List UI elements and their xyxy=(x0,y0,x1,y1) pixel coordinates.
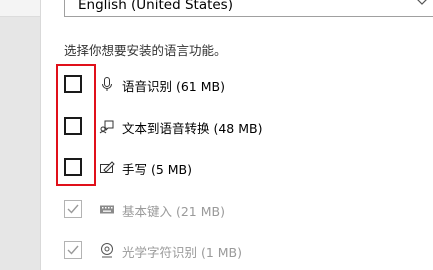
feature-label: 手写 (5 MB) xyxy=(122,162,193,177)
keyboard-icon xyxy=(100,205,114,214)
feature-label: 文本到语音转换 (48 MB) xyxy=(122,121,263,136)
basic-typing-checkbox xyxy=(64,200,82,218)
language-features-panel: English (United States) 选择你想要安装的语言功能。 语音… xyxy=(40,0,433,270)
feature-label: 光学字符识别 (1 MB) xyxy=(122,245,243,260)
background-window xyxy=(0,0,40,270)
ocr-checkbox xyxy=(64,241,82,259)
chevron-down-icon xyxy=(417,0,427,5)
speech-bubble-icon xyxy=(99,120,114,134)
feature-label: 基本键入 (21 MB) xyxy=(122,204,225,219)
text-to-speech-checkbox[interactable] xyxy=(64,117,82,135)
instruction-text: 选择你想要安装的语言功能。 xyxy=(64,43,227,58)
feature-speech-recognition[interactable]: 语音识别 (61 MB) xyxy=(64,74,424,96)
feature-basic-typing: 基本键入 (21 MB) xyxy=(64,199,424,221)
ocr-eye-icon xyxy=(101,243,113,258)
speech-recognition-checkbox[interactable] xyxy=(64,75,82,93)
handwriting-checkbox[interactable] xyxy=(64,158,82,176)
background-list-row xyxy=(0,0,40,17)
feature-ocr: 光学字符识别 (1 MB) xyxy=(64,240,424,262)
feature-handwriting[interactable]: 手写 (5 MB) xyxy=(64,157,424,179)
language-select[interactable]: English (United States) xyxy=(64,0,433,17)
language-select-value: English (United States) xyxy=(78,0,233,13)
feature-label: 语音识别 (61 MB) xyxy=(122,79,225,94)
pen-tablet-icon xyxy=(100,161,115,173)
feature-text-to-speech[interactable]: 文本到语音转换 (48 MB) xyxy=(64,116,424,138)
checkmark-icon xyxy=(67,245,79,255)
microphone-icon xyxy=(102,77,112,91)
checkmark-icon xyxy=(67,204,79,214)
